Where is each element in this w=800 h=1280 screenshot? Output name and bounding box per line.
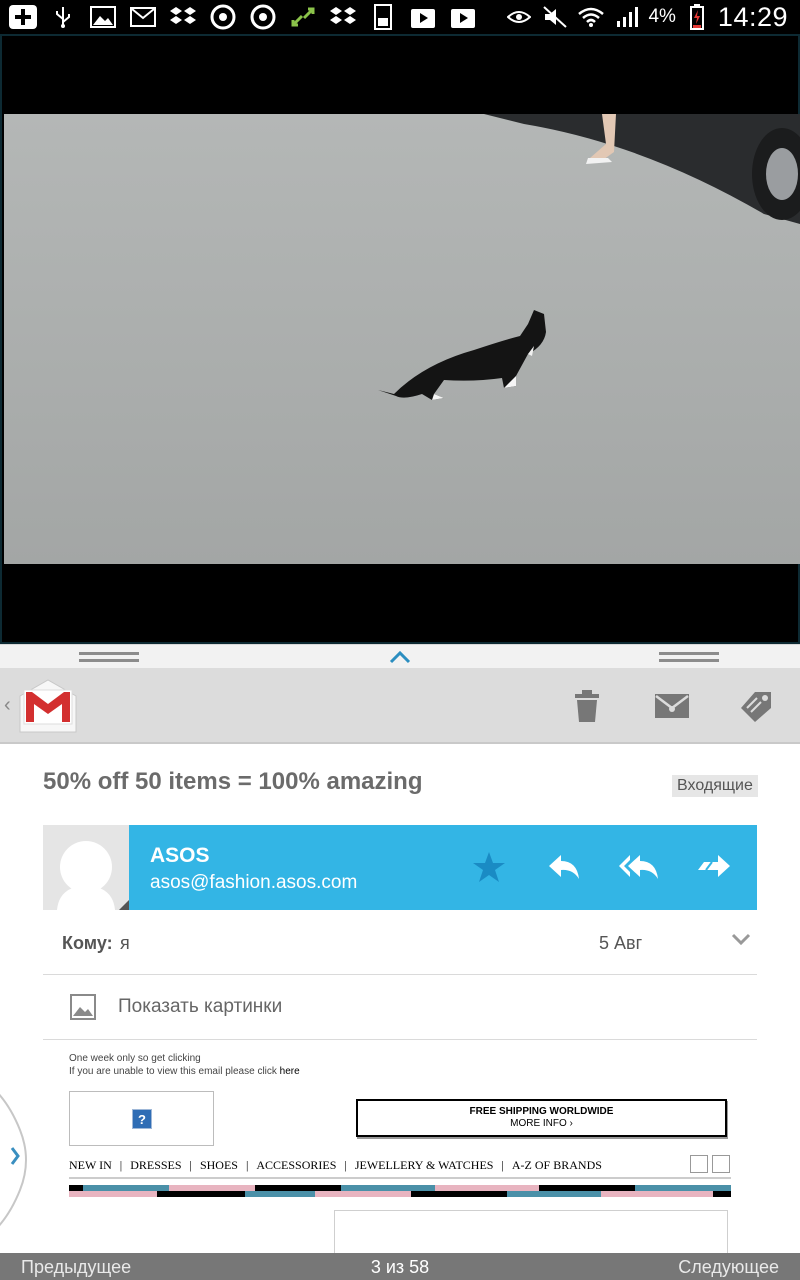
email-nav-links: NEW IN | DRESSES | SHOES | ACCESSORIES |… — [69, 1158, 602, 1173]
video-scene-image — [4, 114, 800, 564]
broken-icon-placeholder[interactable] — [712, 1155, 730, 1173]
next-button[interactable]: Следующее — [678, 1257, 779, 1278]
broken-image-icon: ? — [132, 1109, 152, 1129]
show-pictures-row[interactable]: Показать картинки — [43, 976, 757, 1040]
mark-unread-icon — [655, 694, 689, 718]
nav-link-dresses[interactable]: DRESSES — [130, 1158, 181, 1173]
delete-button[interactable] — [561, 682, 613, 730]
shipping-more-info[interactable]: MORE INFO › — [358, 1118, 725, 1129]
chrome-icon — [208, 4, 238, 30]
eye-icon — [504, 4, 534, 30]
gallery-icon — [88, 4, 118, 30]
battery-charging-icon — [682, 4, 712, 30]
mute-icon — [540, 4, 570, 30]
nav-link-accessories[interactable]: ACCESSORIES — [256, 1158, 336, 1173]
free-shipping-banner[interactable]: FREE SHIPPING WORLDWIDE MORE INFO › — [356, 1099, 727, 1137]
email-date: 5 Авг — [599, 933, 643, 953]
nav-link-shoes[interactable]: SHOES — [200, 1158, 238, 1173]
right-grip[interactable] — [659, 652, 719, 662]
labels-button[interactable] — [731, 682, 783, 730]
avatar[interactable] — [43, 825, 129, 910]
nav-link-jewellery[interactable]: JEWELLERY & WATCHES — [355, 1158, 494, 1173]
forward-icon — [698, 855, 730, 877]
nav-link-new-in[interactable]: NEW IN — [69, 1158, 112, 1173]
reply-button[interactable] — [542, 847, 586, 887]
back-chevron-icon[interactable]: ‹ — [4, 694, 11, 717]
preheader-line-1: One week only so get clicking — [69, 1053, 201, 1064]
clock: 14:29 — [717, 1, 788, 32]
forward-button[interactable] — [692, 847, 736, 887]
nav-separator: | — [245, 1158, 249, 1172]
dropbox-icon — [168, 4, 198, 30]
screen: 4% 14:29 ‹ 50% off 50 items = 100% amazi… — [0, 0, 800, 1280]
to-value: я — [120, 933, 130, 953]
system-icons: 4% 14:29 — [504, 2, 800, 33]
broken-icon-placeholder[interactable] — [690, 1155, 708, 1173]
gmail-toolbar: ‹ — [0, 668, 800, 744]
play-store-icon — [408, 4, 438, 30]
status-bar: 4% 14:29 — [0, 0, 800, 34]
download-icon — [368, 4, 398, 30]
star-icon — [473, 852, 505, 882]
preheader-line-2: If you are unable to view this email ple… — [69, 1065, 731, 1078]
picture-icon — [70, 994, 96, 1020]
star-button[interactable] — [467, 847, 511, 887]
recipient-row[interactable]: Кому: я 5 Авг — [43, 910, 757, 975]
video-frame — [4, 114, 800, 564]
nav-separator: | — [189, 1158, 192, 1172]
shipping-headline: FREE SHIPPING WORLDWIDE — [469, 1106, 614, 1117]
nav-separator: | — [119, 1158, 123, 1172]
show-pictures-label: Показать картинки — [118, 996, 283, 1017]
label-icon — [741, 692, 771, 722]
battery-percent: 4% — [648, 6, 676, 27]
decorative-stripe — [69, 1177, 731, 1197]
email-subject: 50% off 50 items = 100% amazing — [43, 768, 423, 795]
side-panel-tab[interactable] — [0, 1070, 30, 1250]
nav-separator: | — [344, 1158, 347, 1172]
sender-header: ASOS asos@fashion.asos.com — [43, 825, 757, 910]
wifi-icon — [576, 4, 606, 30]
usb-icon — [48, 4, 78, 30]
mark-unread-button[interactable] — [646, 682, 698, 730]
bottom-navigation-bar: Предыдущее 3 из 58 Следующее — [0, 1253, 800, 1280]
view-online-link[interactable]: here — [280, 1066, 300, 1077]
play-store-icon — [448, 4, 478, 30]
email-preheader: One week only so get clicking If you are… — [69, 1052, 731, 1078]
chevron-down-icon[interactable] — [731, 932, 751, 946]
dropbox-icon — [328, 4, 358, 30]
gmail-logo-icon[interactable] — [18, 676, 78, 734]
preheader-text: If you are unable to view this email ple… — [69, 1066, 277, 1077]
chevron-up-icon[interactable] — [388, 650, 412, 664]
video-player[interactable] — [0, 34, 800, 644]
folder-label-badge[interactable]: Входящие — [672, 775, 758, 797]
to-label: Кому: — [62, 933, 113, 953]
gmail-icon — [128, 4, 158, 30]
reply-all-button[interactable] — [617, 847, 661, 887]
reply-icon — [549, 855, 579, 879]
notification-icons — [0, 4, 478, 30]
nav-link-brands[interactable]: A-Z OF BRANDS — [512, 1158, 602, 1173]
sender-name: ASOS — [150, 844, 210, 867]
add-icon — [8, 4, 38, 30]
sync-icon — [288, 4, 318, 30]
left-grip[interactable] — [79, 652, 139, 662]
split-view-handle[interactable] — [0, 644, 800, 668]
sender-email: asos@fashion.asos.com — [150, 872, 358, 893]
trash-icon — [575, 690, 599, 722]
signal-icon — [612, 4, 642, 30]
chrome-icon — [248, 4, 278, 30]
broken-image-placeholder[interactable]: ? — [69, 1091, 214, 1146]
nav-separator: | — [501, 1158, 504, 1172]
reply-all-icon — [619, 855, 658, 879]
